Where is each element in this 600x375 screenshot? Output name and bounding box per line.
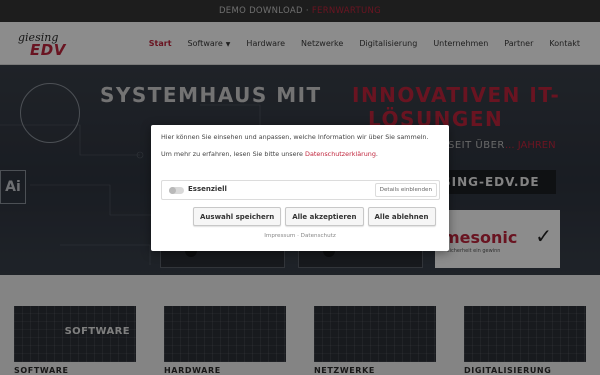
- cookie-footer-links: Impressum · Datenschutz: [151, 233, 449, 239]
- privacy-link[interactable]: Datenschutz: [301, 233, 336, 239]
- footer-separator: ·: [297, 233, 299, 239]
- accept-all-button[interactable]: Alle akzeptieren: [285, 207, 364, 226]
- toggle-knob: [169, 187, 176, 194]
- cookie-group-essential: Essenziell Details einblenden: [161, 180, 440, 200]
- save-selection-button[interactable]: Auswahl speichern: [193, 207, 282, 226]
- essential-toggle[interactable]: [169, 187, 184, 194]
- imprint-link[interactable]: Impressum: [264, 233, 295, 239]
- essential-label: Essenziell: [188, 185, 227, 193]
- cookie-button-group: Auswahl speichern Alle akzeptieren Alle …: [193, 207, 436, 226]
- cookie-more-text: Um mehr zu erfahren, lesen Sie bitte uns…: [161, 150, 443, 158]
- privacy-policy-link[interactable]: Datenschutzerklärung: [305, 150, 376, 158]
- cookie-intro-text: Hier können Sie einsehen und anpassen, w…: [161, 133, 429, 141]
- reject-all-button[interactable]: Alle ablehnen: [367, 207, 436, 226]
- details-button[interactable]: Details einblenden: [374, 183, 437, 197]
- cookie-consent-dialog: Hier können Sie einsehen und anpassen, w…: [151, 125, 449, 251]
- cookie-more-prefix: Um mehr zu erfahren, lesen Sie bitte uns…: [161, 150, 303, 158]
- cookie-more-suffix: .: [375, 150, 378, 158]
